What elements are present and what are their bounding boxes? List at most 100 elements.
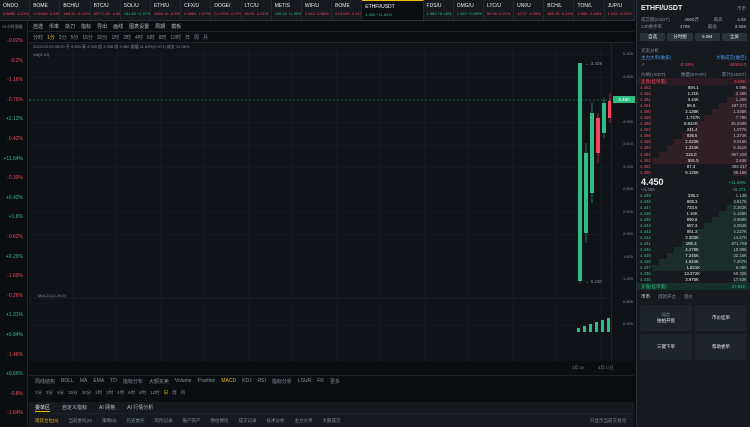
timeframe-option[interactable]: 8时 [139,390,146,396]
order-tab[interactable]: 账户资产 [183,418,201,424]
pair-tab[interactable]: METIS 106.00 +1.95% [272,0,302,20]
timeframe-option[interactable]: 4时 [117,390,124,396]
pair-tab[interactable]: LTC/U 90.95 -0.21% [242,0,272,20]
order-tab[interactable]: 当前委托(0) [69,418,93,424]
change-item[interactable]: -0.62% [0,228,27,248]
pair-tab[interactable]: LTC/U 90.96 -0.21% [484,0,515,20]
change-item[interactable]: -1.16% [0,71,27,91]
order-tab[interactable]: 策略(0) [102,418,117,424]
change-item[interactable]: -1.69% [0,267,27,287]
action-button[interactable]: 现货 拍拍开盘 [640,305,692,332]
indicator-tab[interactable]: 指标分布 [123,378,143,385]
period-option[interactable]: 12时 [170,34,181,41]
bottom-tab[interactable]: AI 行情分析 [127,404,153,411]
flow-sell-label[interactable]: 大额成交(做空) [716,54,746,61]
change-item[interactable]: -0.26% [0,287,27,307]
toolbar-item[interactable]: 指标 [81,23,91,30]
period-option[interactable]: 分时 [33,34,43,41]
change-item[interactable]: +0.42% [0,189,27,209]
change-item[interactable]: -0.76% [0,91,27,111]
toolbar-item[interactable]: 模板 [171,23,181,30]
timeframe-option[interactable]: 5分 [57,390,64,396]
order-tab[interactable]: 现货仓位(0) [35,418,59,424]
period-option[interactable]: 日 [185,34,190,41]
pair-tab[interactable]: BCH/L 465.33 -0.11% [544,0,575,20]
indicator-tab[interactable]: MACD [221,378,236,384]
candlestick-chart[interactable]: ← 3.328 ← 0.230 [29,43,611,361]
toolbar-item[interactable]: 杂刀 [65,23,75,30]
indicator-tab[interactable]: Position [198,378,216,384]
panel-button[interactable]: 分时图 [667,33,693,41]
order-tab[interactable]: 历史委托 [127,418,145,424]
change-item[interactable]: +0.66% [0,365,27,385]
toolbar-item[interactable]: 自选 [33,23,43,30]
indicator-tab[interactable]: Volume [175,378,192,384]
change-item[interactable]: +0.84% [0,326,27,346]
panel-button[interactable]: 自选 [640,33,666,41]
indicator-tab[interactable]: LSUR [298,378,311,384]
pair-tab[interactable]: CFX/U 0.3884 -1.67% [181,0,212,20]
pair-tab[interactable]: ETH/U 3458.10 -0.29% [151,0,182,20]
pair-tab[interactable]: FDS/U 1.082 +6.18% [424,0,454,20]
pair-tab[interactable]: SOL/U 181.82 +1.07% [121,0,151,20]
order-tab[interactable]: 风险记录 [155,418,173,424]
indicator-tab[interactable]: BOLL [61,378,74,384]
timeframe-option[interactable]: 15分 [68,390,78,396]
change-item[interactable]: -0.02% [0,32,27,52]
pair-tab[interactable]: BCH/U 465.32 -0.12% [60,0,91,20]
pair-tab[interactable]: OMG/U 1.052 +0.99% [454,0,484,20]
toolbar-item[interactable]: 币率 [49,23,59,30]
period-option[interactable]: 5分 [71,34,79,41]
orderbook-row[interactable]: 4.450 8.126K 36.16K [640,169,747,176]
order-tab[interactable]: 技术分析 [267,418,285,424]
change-item[interactable]: +0.29% [0,248,27,268]
period-option[interactable]: 1分 [47,34,55,41]
pair-tab[interactable]: ONDO 0.6850 -0.23% [0,0,31,20]
pair-tab[interactable]: UNI/U 12.07 -0.35% [514,0,545,20]
period-option[interactable]: 8时 [159,34,167,41]
timeframe-option[interactable]: 6时 [128,390,135,396]
timeframe-option[interactable]: 2时 [106,390,113,396]
change-item[interactable]: -1.64% [0,404,27,424]
trade-tab[interactable]: 借款开仓 [658,294,676,300]
change-item[interactable]: +11.64% [0,150,27,170]
change-item[interactable]: -0.8% [0,385,27,405]
hide-other-pairs-toggle[interactable]: 只显示当前交易对 [590,418,626,424]
change-item[interactable]: +2.12% [0,110,27,130]
period-option[interactable]: 1时 [111,34,119,41]
pair-tab[interactable]: BOME 0.01048 -0.19% [30,0,61,20]
pair-tab[interactable]: DOGE/0.17029 -0.22% [211,0,242,20]
indicator-tab[interactable]: MA [80,378,88,384]
pair-tab[interactable]: ETHFI/USDT 4.450 +11.64% [362,0,424,20]
pair-tab[interactable]: BTC/U 69772.20 -0.08% [91,0,121,20]
period-option[interactable]: 2时 [123,34,131,41]
change-item[interactable]: -0.2% [0,52,27,72]
pair-tab[interactable]: WIF/U 2.942 -1.58% [302,0,333,20]
period-option[interactable]: 3分 [59,34,67,41]
action-button[interactable]: 三键下单 [640,334,692,361]
pair-tab[interactable]: JUP/U 1.032 -2.00% [605,0,635,20]
period-option[interactable]: 30分 [97,34,108,41]
indicator-tab[interactable]: EMA [93,378,104,384]
panel-button[interactable]: 5.0M [694,33,720,41]
bottom-tab[interactable]: 委单区 [35,404,51,412]
order-tab[interactable]: 成交记录 [239,418,257,424]
panel-button[interactable]: 全屏 [721,33,747,41]
action-button[interactable]: 帮助委单 [695,334,747,361]
orderbook-row[interactable]: 4.435 3.975K 17.63K [640,277,747,284]
timeframe-option[interactable]: 月 [181,390,186,396]
timeframe-option[interactable]: 日 [164,390,169,396]
indicator-tab[interactable]: 指标分析 [272,378,292,385]
change-item[interactable]: +1.8% [0,208,27,228]
timeframe-option[interactable]: 3分 [46,390,53,396]
period-option[interactable]: 4时 [135,34,143,41]
toolbar-item[interactable]: 导出 [97,23,107,30]
indicator-tab[interactable]: 更多 [330,378,340,385]
change-item[interactable]: -1.46% [0,346,27,366]
bottom-tab[interactable]: AI 网格 [99,404,115,411]
timeframe-option[interactable]: 30分 [82,390,92,396]
trade-tab[interactable]: 币币 [641,294,650,300]
trade-tab[interactable]: 现价 [684,294,693,300]
period-option[interactable]: 15分 [82,34,93,41]
timeframe-option[interactable]: 周 [172,390,177,396]
